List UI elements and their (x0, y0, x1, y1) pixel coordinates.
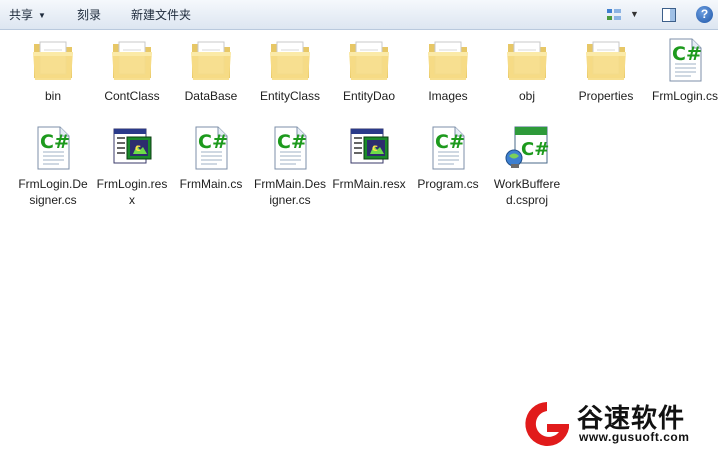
file-item[interactable]: c FrmMain.resx (332, 124, 406, 192)
csproj-file-icon: C# (503, 124, 551, 172)
item-label: FrmLogin.resx (96, 177, 168, 207)
file-item[interactable]: C# FrmMain.cs (174, 124, 248, 192)
resx-file-icon: c (108, 124, 156, 172)
svg-text:C#: C# (521, 139, 549, 160)
folder-icon (266, 36, 314, 84)
folder-item[interactable]: Images (411, 36, 485, 104)
item-label: EntityDao (342, 89, 396, 103)
item-label: ContClass (104, 89, 160, 103)
resx-file-icon: c (345, 124, 393, 172)
folder-item[interactable]: obj (490, 36, 564, 104)
gusu-logo-icon (525, 402, 569, 446)
folder-icon (187, 36, 235, 84)
svg-text:c: c (135, 143, 141, 154)
file-item[interactable]: c FrmLogin.resx (95, 124, 169, 208)
file-view: bin ContClass DataBase EntityClass EntityDao… (0, 30, 718, 453)
svg-text:C#: C# (40, 131, 70, 153)
share-button[interactable]: 共享 ▼ (9, 7, 46, 23)
csharp-file-icon: C# (424, 124, 472, 172)
item-label: FrmMain.Designer.cs (253, 177, 326, 207)
change-view-icon[interactable] (606, 7, 622, 23)
dropdown-arrow-icon: ▼ (38, 11, 46, 20)
item-label: FrmLogin.cs (651, 89, 718, 103)
watermark-url: www.gusuoft.com (579, 430, 690, 444)
item-label: obj (518, 89, 535, 103)
svg-text:C#: C# (277, 131, 307, 153)
item-label: Properties (578, 89, 634, 103)
svg-text:C#: C# (435, 131, 465, 153)
folder-item[interactable]: Properties (569, 36, 643, 104)
csharp-file-icon: C# (187, 124, 235, 172)
folder-icon (582, 36, 630, 84)
burn-button[interactable]: 刻录 (77, 7, 101, 23)
watermark: 谷速软件 www.gusuoft.com (517, 396, 717, 452)
svg-text:C#: C# (198, 131, 228, 153)
svg-text:c: c (372, 143, 378, 154)
folder-item[interactable]: DataBase (174, 36, 248, 104)
new-folder-button[interactable]: 新建文件夹 (131, 7, 191, 23)
folder-icon (424, 36, 472, 84)
share-label: 共享 (9, 8, 34, 22)
folder-item[interactable]: EntityDao (332, 36, 406, 104)
item-label: FrmMain.cs (179, 177, 243, 191)
help-icon[interactable]: ? (696, 6, 713, 23)
item-label: EntityClass (259, 89, 321, 103)
item-label: Program.cs (417, 177, 479, 191)
file-item[interactable]: C# FrmMain.Designer.cs (253, 124, 327, 208)
folder-icon (503, 36, 551, 84)
svg-text:C#: C# (672, 43, 702, 65)
item-label: WorkBuffered.csproj (493, 177, 561, 207)
preview-pane-icon[interactable] (661, 7, 677, 23)
folder-icon (29, 36, 77, 84)
folder-item[interactable]: bin (16, 36, 90, 104)
folder-item[interactable]: ContClass (95, 36, 169, 104)
folder-icon (345, 36, 393, 84)
item-label: FrmMain.resx (332, 177, 406, 191)
folder-icon (108, 36, 156, 84)
folder-item[interactable]: EntityClass (253, 36, 327, 104)
item-label: bin (44, 89, 61, 103)
csharp-file-icon: C# (661, 36, 709, 84)
csharp-file-icon: C# (29, 124, 77, 172)
csharp-file-icon: C# (266, 124, 314, 172)
item-label: DataBase (184, 89, 238, 103)
view-options-arrow-icon[interactable]: ▼ (630, 9, 639, 19)
file-item[interactable]: C# FrmLogin.cs (648, 36, 718, 104)
item-label: Images (428, 89, 468, 103)
item-label: FrmLogin.Designer.cs (18, 177, 88, 207)
command-bar: 共享 ▼ 刻录 新建文件夹 ▼ ? (0, 0, 718, 30)
file-item[interactable]: C# Program.cs (411, 124, 485, 192)
file-item[interactable]: C# FrmLogin.Designer.cs (16, 124, 90, 208)
file-item[interactable]: C# WorkBuffered.csproj (490, 124, 564, 208)
